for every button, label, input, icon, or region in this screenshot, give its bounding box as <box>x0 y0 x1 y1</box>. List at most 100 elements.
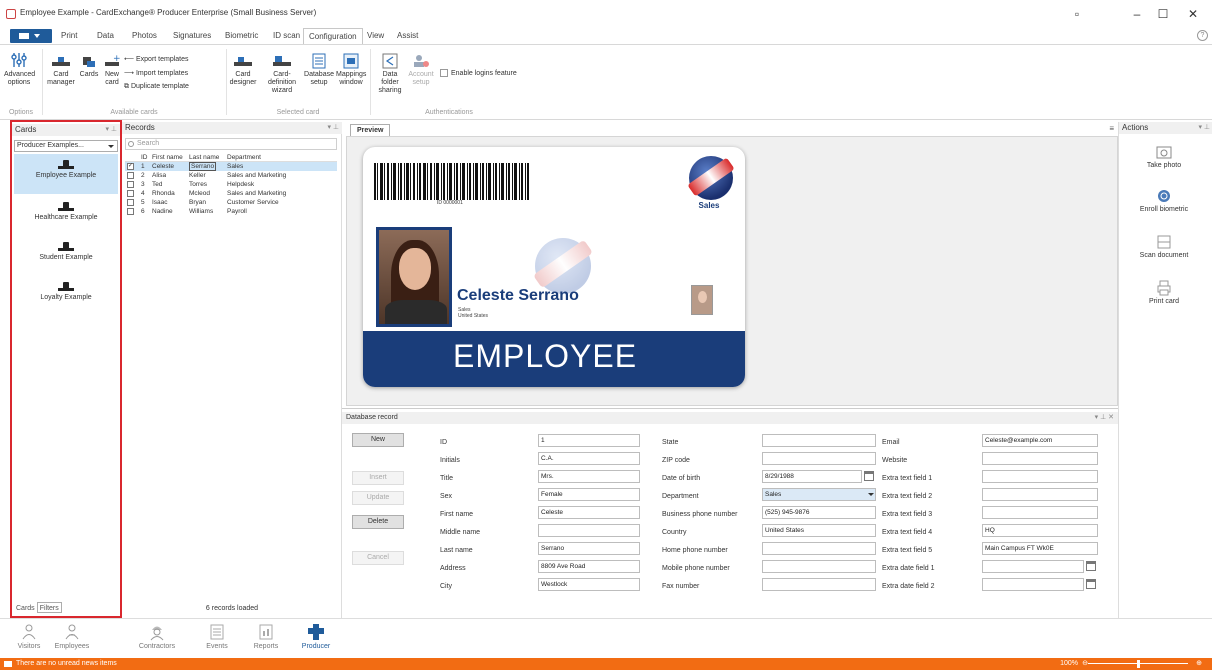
card-item-loyalty[interactable]: Loyalty Example <box>14 276 118 316</box>
tab-preview[interactable]: Preview <box>350 124 391 136</box>
initials-field[interactable]: C.A. <box>538 452 640 465</box>
cancel-button[interactable]: Cancel <box>352 551 404 565</box>
row-checkbox[interactable] <box>127 199 134 206</box>
tab-photos[interactable]: Photos <box>127 28 162 44</box>
extra-text-field-3[interactable] <box>982 506 1098 519</box>
id-field[interactable]: 1 <box>538 434 640 447</box>
tab-id-scan[interactable]: ID scan <box>268 28 305 44</box>
search-input[interactable]: Search <box>125 138 337 150</box>
sex-field[interactable]: Female <box>538 488 640 501</box>
home-phone-field[interactable] <box>762 542 876 555</box>
title-field[interactable]: Mrs. <box>538 470 640 483</box>
print-card-button[interactable]: Print card <box>1119 280 1209 305</box>
city-field[interactable]: Westlock <box>538 578 640 591</box>
tab-filters[interactable]: Filters <box>36 602 62 613</box>
new-button[interactable]: New <box>352 433 404 447</box>
tab-biometric[interactable]: Biometric <box>220 28 263 44</box>
last-name-field[interactable]: Serrano <box>538 542 640 555</box>
column-header[interactable]: Last name <box>189 153 219 162</box>
zoom-in-icon[interactable]: ⊕ <box>1196 658 1202 670</box>
zip-code-field[interactable] <box>762 452 876 465</box>
pin-icon[interactable]: ▾ ⊥ <box>327 122 339 134</box>
enroll-biometric-button[interactable]: Enroll biometric <box>1119 188 1209 213</box>
cards-dropdown-button[interactable]: Cards <box>78 53 100 79</box>
row-checkbox[interactable] <box>127 208 134 215</box>
table-row[interactable]: 2 Alisa Keller Sales and Marketing <box>125 171 337 180</box>
row-checkbox[interactable] <box>127 181 134 188</box>
tab-configuration[interactable]: Configuration <box>303 28 363 44</box>
card-item-healthcare[interactable]: Healthcare Example <box>14 196 118 236</box>
insert-button[interactable]: Insert <box>352 471 404 485</box>
calendar-icon[interactable] <box>864 471 874 481</box>
nav-contractors[interactable]: Contractors <box>136 623 178 651</box>
card-designer-button[interactable]: Card designer <box>228 53 258 87</box>
help-icon[interactable]: ? <box>1197 30 1208 41</box>
tab-data[interactable]: Data <box>92 28 119 44</box>
maximize-button[interactable]: ☐ <box>1146 4 1180 24</box>
pin-icon[interactable]: ▾ ⊥ <box>1198 122 1210 134</box>
nav-employees[interactable]: Employees <box>54 623 90 651</box>
restore-icon[interactable]: ▫ <box>1060 4 1094 24</box>
nav-producer[interactable]: Producer <box>298 623 334 651</box>
business-phone-field[interactable]: (525) 945-9876 <box>762 506 876 519</box>
column-header[interactable]: Department <box>227 153 261 162</box>
table-row[interactable]: 3 Ted Torres Helpdesk <box>125 180 337 189</box>
fax-number-field[interactable] <box>762 578 876 591</box>
tab-signatures[interactable]: Signatures <box>168 28 216 44</box>
tab-view[interactable]: View <box>362 28 389 44</box>
extra-date-field-2[interactable] <box>982 578 1084 591</box>
extra-text-field-4[interactable]: HQ <box>982 524 1098 537</box>
panel-controls-icon[interactable]: ▾ ⊥ ✕ <box>1095 412 1114 424</box>
row-checkbox[interactable] <box>127 190 134 197</box>
tab-cards[interactable]: Cards <box>14 603 37 614</box>
website-field[interactable] <box>982 452 1098 465</box>
calendar-icon[interactable] <box>1086 579 1096 589</box>
card-manager-button[interactable]: Card manager <box>46 53 76 87</box>
date-of-birth-field[interactable]: 8/29/1988 <box>762 470 862 483</box>
export-templates-button[interactable]: ⟵ Export templates <box>124 55 189 63</box>
import-templates-button[interactable]: ⟶ Import templates <box>124 69 188 77</box>
column-header[interactable]: ID <box>141 153 148 162</box>
email-field[interactable]: Celeste@example.com <box>982 434 1098 447</box>
preview-menu-icon[interactable]: ≡ <box>1109 124 1114 133</box>
tab-assist[interactable]: Assist <box>392 28 423 44</box>
extra-text-field-1[interactable] <box>982 470 1098 483</box>
row-checkbox[interactable] <box>127 172 134 179</box>
scan-document-button[interactable]: Scan document <box>1119 234 1209 259</box>
account-setup-button[interactable]: Account setup <box>408 53 434 87</box>
nav-visitors[interactable]: Visitors <box>14 623 44 651</box>
file-menu-button[interactable] <box>10 29 52 43</box>
first-name-field[interactable]: Celeste <box>538 506 640 519</box>
advanced-options-button[interactable]: Advanced options <box>4 51 35 87</box>
state-field[interactable] <box>762 434 876 447</box>
close-button[interactable]: ✕ <box>1176 4 1210 24</box>
extra-text-field-5[interactable]: Main Campus FT Wk0E <box>982 542 1098 555</box>
calendar-icon[interactable] <box>1086 561 1096 571</box>
address-field[interactable]: 8809 Ave Road <box>538 560 640 573</box>
nav-reports[interactable]: Reports <box>250 623 282 651</box>
mobile-phone-field[interactable] <box>762 560 876 573</box>
nav-events[interactable]: Events <box>202 623 232 651</box>
extra-date-field-1[interactable] <box>982 560 1084 573</box>
row-checkbox[interactable]: ✓ <box>127 163 134 170</box>
duplicate-template-button[interactable]: ⧉ Duplicate template <box>124 83 189 91</box>
table-row[interactable]: 4 Rhonda Mcleod Sales and Marketing <box>125 189 337 198</box>
new-card-button[interactable]: + New card <box>102 53 122 87</box>
card-item-employee[interactable]: Employee Example <box>14 154 118 194</box>
take-photo-button[interactable]: Take photo <box>1119 144 1209 169</box>
card-definition-wizard-button[interactable]: Card-definition wizard <box>262 53 302 95</box>
column-header[interactable]: First name <box>152 153 183 162</box>
delete-button[interactable]: Delete <box>352 515 404 529</box>
enable-logins-checkbox[interactable]: Enable logins feature <box>440 69 517 77</box>
tab-print[interactable]: Print <box>56 28 82 44</box>
pin-icon[interactable]: ▾ ⊥ <box>105 124 117 136</box>
table-row[interactable]: 6 Nadine Williams Payroll <box>125 207 337 216</box>
department-select[interactable]: Sales <box>762 488 876 501</box>
data-folder-sharing-button[interactable]: Data folder sharing <box>374 53 406 95</box>
table-row[interactable]: 5 Isaac Bryan Customer Service <box>125 198 337 207</box>
country-field[interactable]: United States <box>762 524 876 537</box>
database-setup-button[interactable]: Database setup <box>304 53 334 87</box>
middle-name-field[interactable] <box>538 524 640 537</box>
zoom-out-icon[interactable]: ⊖ <box>1082 658 1088 670</box>
card-group-select[interactable]: Producer Examples... <box>14 140 118 152</box>
